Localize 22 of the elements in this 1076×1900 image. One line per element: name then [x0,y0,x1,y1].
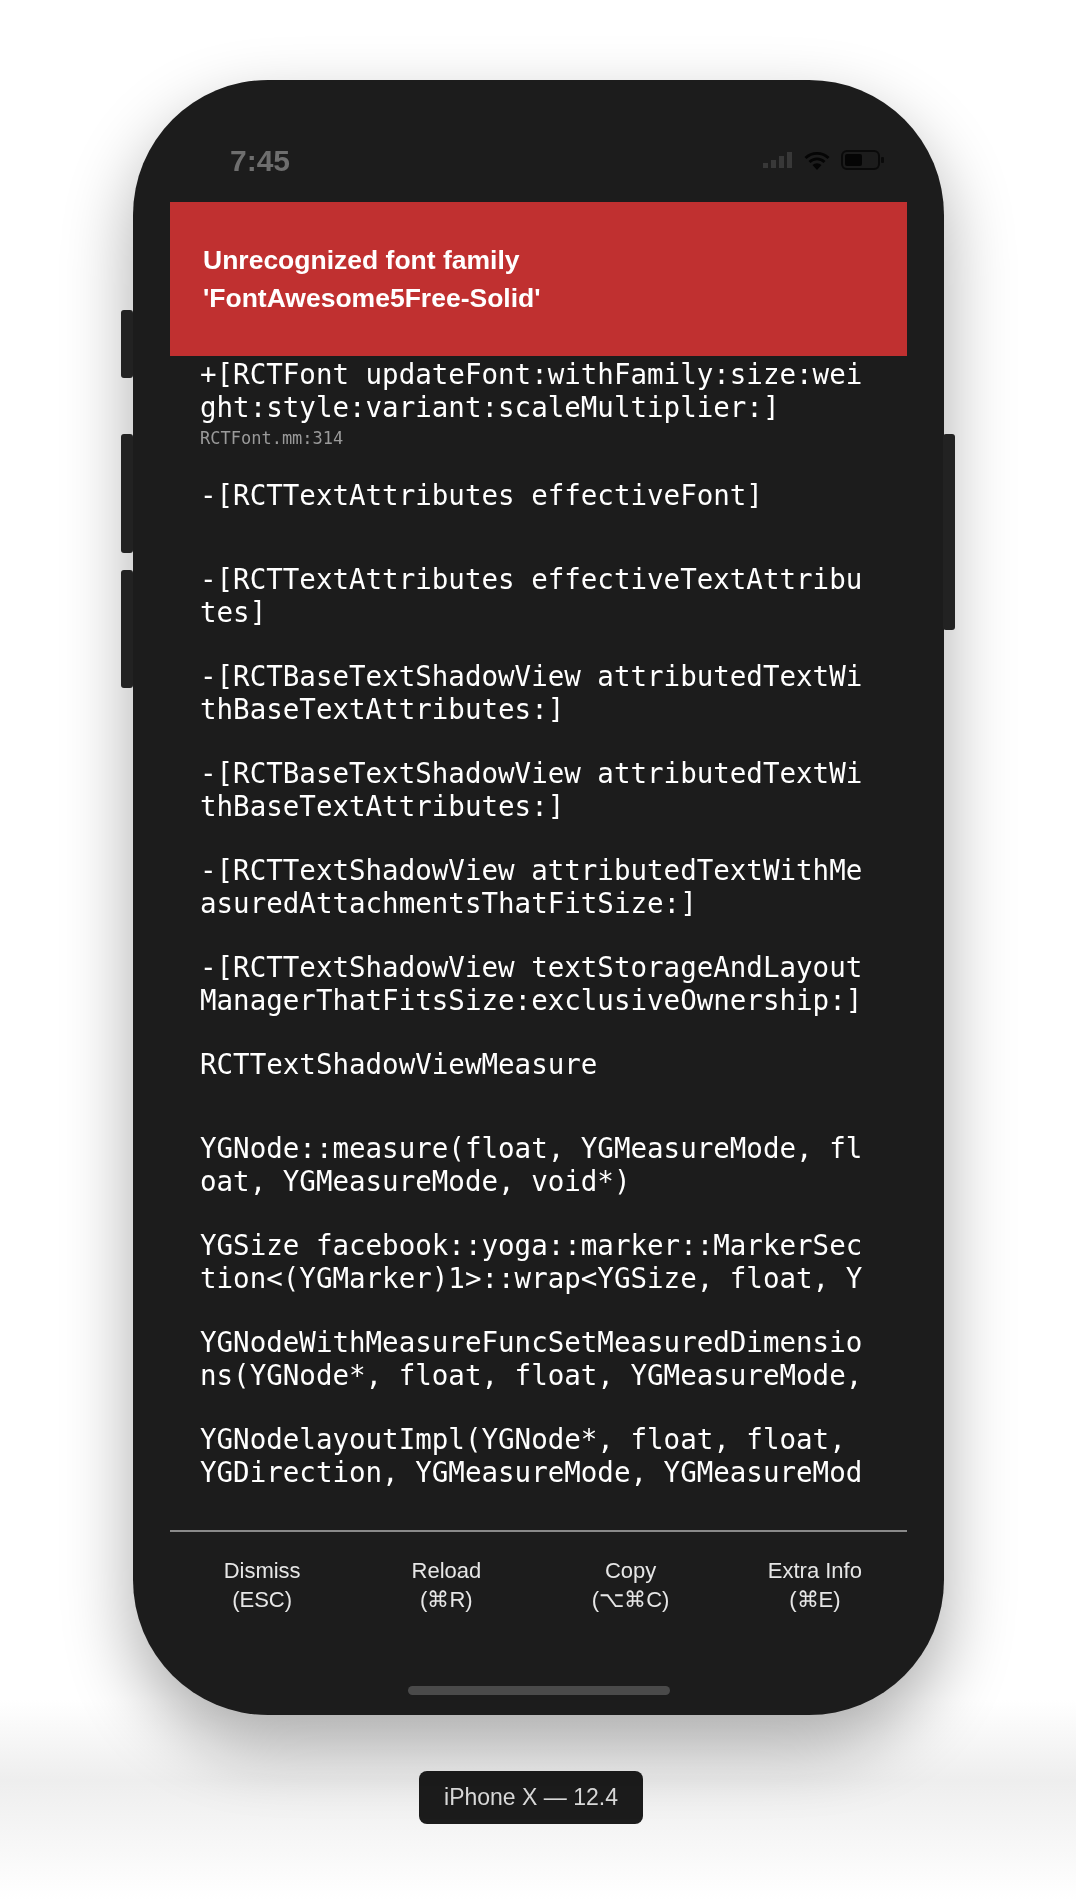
error-title: Unrecognized font family 'FontAwesome5Free-Solid' [203,244,542,315]
wifi-icon [803,150,831,170]
stack-frame-text: -[RCTTextShadowView attributedTextWithMeasuredAttachmentsThatFitSize:] [200,854,864,920]
action-button[interactable]: Extra Info (⌘E) [767,1552,862,1618]
stack-frame-text: YGSize facebook::yoga::marker::MarkerSection<(YGMarker)1>::wrap<YGSize, float, Y [200,1229,864,1295]
source-location: RCTFont.mm:314 [200,428,345,448]
stack-frame-text: YGNode::measure(float, YGMeasureMode, float, YGMeasureMode, void*) [200,1132,864,1198]
action-button[interactable]: Reload (⌘R) [411,1552,482,1618]
action-button[interactable]: Dismiss (ESC) [223,1552,301,1618]
stack-frame-text: -[RCTBaseTextShadowView attributedTextWithBaseTextAttributes:] [200,757,864,823]
device-label: iPhone X — 12.4 [419,1771,643,1824]
stack-frame-text: RCTTextShadowViewMeasure [200,1048,599,1081]
signal-icon [763,152,793,168]
action-button[interactable]: Copy (⌥⌘C) [591,1552,670,1618]
stack-frame-text: -[RCTTextShadowView textStorageAndLayoutManagerThatFitsSize:exclusiveOwnership:] [200,951,864,1017]
stack-frame-text: -[RCTTextAttributes effectiveTextAttributes] [200,563,864,629]
stack-frame-text: YGNodelayoutImpl(YGNode*, float, float, YGDirection, YGMeasureMode, YGMeasureMod [200,1423,864,1489]
stack-frame-text: YGNodeWithMeasureFuncSetMeasuredDimensions(YGNode*, float, float, YGMeasureMode, [200,1326,864,1392]
stack-frame-text: +[RCTFont updateFont:withFamily:size:weight:style:variant:scaleMultiplier:] [200,358,864,424]
stack-frame-text: -[RCTTextAttributes effectiveFont] [200,479,764,512]
status-time: 7:45 [230,144,291,178]
stack-frame-text: -[RCTBaseTextShadowView attributedTextWithBaseTextAttributes:] [200,660,864,726]
